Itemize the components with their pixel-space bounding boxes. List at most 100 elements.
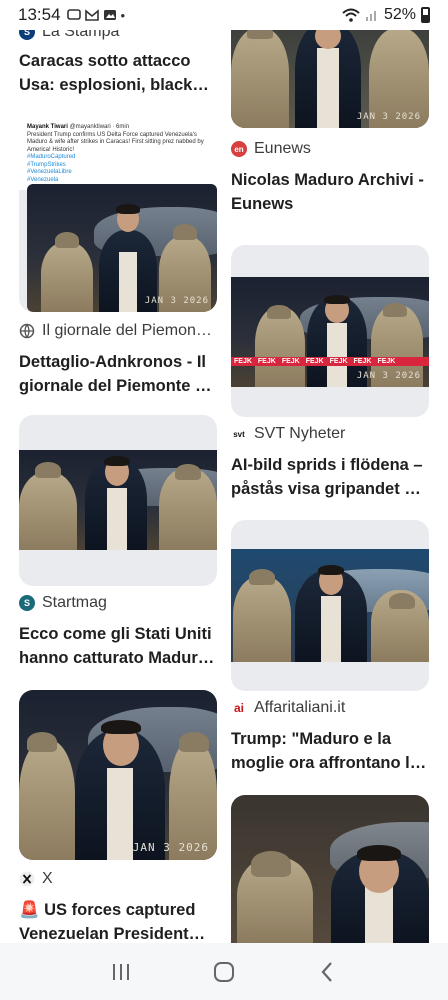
result-card[interactable]: JAN 3 2026 X 🚨 US forces captured Venezu… <box>19 690 217 946</box>
status-bar: 13:54 • 52% <box>0 0 448 30</box>
result-title[interactable]: Caracas sotto attacco <box>19 49 217 73</box>
result-thumbnail[interactable] <box>231 795 429 943</box>
recent-apps-button[interactable] <box>101 957 141 987</box>
hair-shape <box>357 845 401 861</box>
result-title[interactable]: Dettaglio-Adnkronos - Il <box>19 350 217 374</box>
source-name: SVT Nyheter <box>254 425 346 442</box>
source-name: Il giornale del Piemon… <box>42 322 212 339</box>
shirt-shape <box>119 252 137 312</box>
news-photo: JAN 3 2026 <box>231 21 429 128</box>
result-title[interactable]: Trump: "Maduro e la <box>231 727 429 751</box>
result-card[interactable]: FEJK FEJK FEJK FEJK FEJK FEJK FEJK JAN 3… <box>231 245 429 501</box>
globe-icon <box>19 323 35 339</box>
hair-shape <box>104 456 130 466</box>
photo-date-stamp: JAN 3 2026 <box>356 112 421 122</box>
result-thumbnail[interactable]: JAN 3 2026 <box>231 21 429 128</box>
source-name: X <box>42 870 53 887</box>
home-button[interactable] <box>204 957 244 987</box>
hair-shape <box>116 204 140 214</box>
result-title-line2[interactable]: moglie ora affrontano la… <box>231 751 429 775</box>
helmet-shape <box>383 303 407 317</box>
shirt-shape <box>327 323 347 387</box>
tweet-tag: #VenezuelaLibre <box>27 169 72 175</box>
result-title-line2[interactable]: giornale del Piemonte e… <box>19 374 217 398</box>
result-card[interactable] <box>231 795 429 943</box>
result-source: Il giornale del Piemon… <box>19 320 217 342</box>
hair-shape <box>101 720 141 734</box>
system-navigation-bar <box>0 943 448 1000</box>
result-title[interactable]: Nicolas Maduro Archivi - <box>231 168 429 192</box>
back-button[interactable] <box>307 957 347 987</box>
status-time: 13:54 <box>18 5 61 24</box>
fejk-label: FEJK <box>234 358 252 365</box>
home-icon <box>213 961 234 982</box>
helmet-shape <box>389 593 415 609</box>
photo-date-stamp: JAN 3 2026 <box>144 296 209 306</box>
result-title[interactable]: Ecco come gli Stati Uniti <box>19 622 217 646</box>
result-card[interactable]: Mayank Tiwari @mayanktiwari · 6min Presi… <box>19 118 217 398</box>
news-photo <box>19 450 217 550</box>
news-photo: FEJK FEJK FEJK FEJK FEJK FEJK FEJK JAN 3… <box>231 277 429 387</box>
fejk-label: FEJK <box>353 358 372 365</box>
result-card[interactable]: ai Affaritaliani.it Trump: "Maduro e la … <box>231 520 429 775</box>
soldier-figure <box>233 576 291 662</box>
result-source: X <box>19 868 217 890</box>
result-card[interactable]: JAN 3 2026 en Eunews Nicolas Maduro Arch… <box>231 21 429 216</box>
news-photo <box>231 549 429 662</box>
soldier-figure <box>255 307 305 387</box>
result-thumbnail[interactable] <box>231 520 429 691</box>
result-thumbnail[interactable]: JAN 3 2026 <box>19 690 217 860</box>
result-card[interactable]: S Startmag Ecco come gli Stati Uniti han… <box>19 415 217 670</box>
tweet-tag: #TrumpStrikes <box>27 161 66 168</box>
helmet-shape <box>35 462 61 478</box>
fejk-label: FEJK <box>305 358 324 365</box>
message-icon <box>66 9 81 20</box>
helmet-shape <box>27 732 57 752</box>
battery-percent: 52% <box>383 6 416 23</box>
startmag-logo-icon: S <box>19 595 35 611</box>
fejk-label: FEJK <box>281 358 300 365</box>
result-source: svt SVT Nyheter <box>231 423 429 445</box>
result-thumbnail[interactable]: FEJK FEJK FEJK FEJK FEJK FEJK FEJK JAN 3… <box>231 245 429 417</box>
result-title[interactable]: AI-bild sprids i flödena – <box>231 453 429 477</box>
eunews-logo-icon: en <box>231 141 247 157</box>
fejk-label: FEJK <box>257 358 276 365</box>
result-title[interactable]: 🚨 US forces captured <box>19 898 217 922</box>
shirt-shape <box>321 596 341 662</box>
soldier-figure <box>19 740 75 860</box>
photo-date-stamp: JAN 3 2026 <box>132 841 209 854</box>
x-logo-icon <box>19 871 35 887</box>
result-source: S Startmag <box>19 592 217 614</box>
hair-shape <box>324 295 350 304</box>
gmail-icon <box>84 9 99 21</box>
result-source: en Eunews <box>231 138 429 160</box>
tweet-author: Mayank Tiwari <box>27 124 68 130</box>
fejk-label: FEJK <box>329 358 348 365</box>
soldier-figure <box>159 468 217 550</box>
soldier-figure <box>41 242 93 312</box>
dot-icon: • <box>120 7 126 23</box>
helmet-shape <box>55 232 79 248</box>
signal-icon <box>365 11 376 21</box>
source-name: Affaritaliani.it <box>254 699 346 716</box>
result-title-line2[interactable]: Usa: esplosioni, blackou… <box>19 73 217 97</box>
helmet-shape <box>251 851 291 877</box>
result-title-line2[interactable]: påstås visa gripandet –… <box>231 477 429 501</box>
helmet-shape <box>267 305 291 319</box>
helmet-shape <box>173 224 197 240</box>
result-title-line2[interactable]: Eunews <box>231 192 429 216</box>
result-card[interactable]: S La Stampa Caracas sotto attacco Usa: e… <box>19 21 217 97</box>
image-icon <box>103 10 116 20</box>
notification-icons: • <box>66 7 126 23</box>
tweet-tag: #Venezuela <box>27 176 59 183</box>
soldier-figure <box>19 472 77 550</box>
shirt-shape <box>107 768 133 860</box>
back-icon <box>321 961 332 982</box>
shirt-shape <box>365 885 393 943</box>
result-thumbnail[interactable]: Mayank Tiwari @mayanktiwari · 6min Presi… <box>19 118 217 312</box>
battery-icon <box>421 7 430 23</box>
tweet-tag: #MaduroCaptured <box>27 154 76 160</box>
result-title-line2[interactable]: hanno catturato Maduro … <box>19 646 217 670</box>
tweet-screenshot: Mayank Tiwari @mayanktiwari · 6min Presi… <box>19 118 217 190</box>
result-thumbnail[interactable] <box>19 415 217 586</box>
